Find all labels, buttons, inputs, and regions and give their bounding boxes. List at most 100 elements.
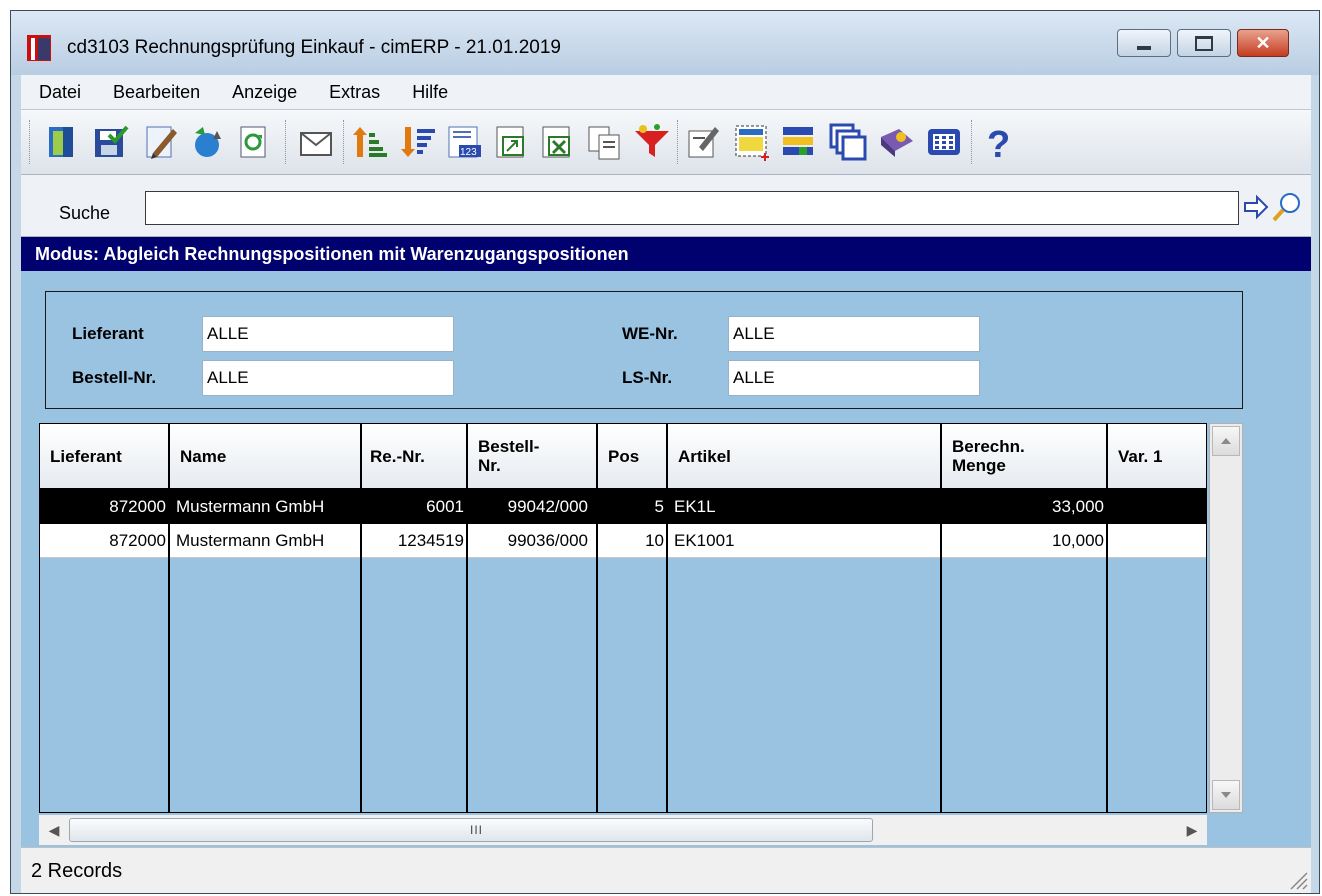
recycle-icon[interactable] xyxy=(187,123,225,161)
column-header-artikel[interactable]: Artikel xyxy=(668,424,942,488)
filter-icon[interactable] xyxy=(633,123,671,161)
cell-bestell-nr: 99042/000 xyxy=(507,497,588,516)
cell-var-1 xyxy=(1110,524,1206,558)
filter-panel: Lieferant ALLE Bestell-Nr. ALLE WE-Nr. A… xyxy=(45,291,1243,409)
column-header-berechn-menge[interactable]: Berechn. Menge xyxy=(942,424,1108,488)
column-header-var-1[interactable]: Var. 1 xyxy=(1108,424,1206,488)
column-divider xyxy=(360,424,362,812)
column-header-label: Bestell- Nr. xyxy=(478,437,539,475)
close-button[interactable]: ✕ xyxy=(1237,29,1289,57)
cell-lieferant: 872000 xyxy=(109,497,166,516)
scroll-thumb[interactable]: III xyxy=(69,818,873,842)
windows-icon[interactable] xyxy=(829,123,867,161)
select-area-icon[interactable] xyxy=(733,123,771,161)
scroll-down-button[interactable] xyxy=(1212,780,1240,810)
scroll-up-button[interactable] xyxy=(1212,426,1240,456)
excel-icon[interactable] xyxy=(539,123,577,161)
refresh-icon[interactable] xyxy=(235,123,273,161)
content-area: Lieferant ALLE Bestell-Nr. ALLE WE-Nr. A… xyxy=(21,271,1311,847)
we-nr-field[interactable]: ALLE xyxy=(728,316,980,352)
search-label: Suche xyxy=(59,203,111,223)
minimize-button[interactable] xyxy=(1117,29,1171,57)
sort-descending-icon[interactable] xyxy=(399,123,437,161)
column-divider xyxy=(1106,424,1108,812)
toolbar-separator xyxy=(677,120,680,164)
application-window: cd3103 Rechnungsprüfung Einkauf - cimERP… xyxy=(10,10,1320,894)
column-header-line-2: Nr. xyxy=(478,456,501,475)
table-row[interactable]: 872000 Mustermann GmbH 1234519 99036/000… xyxy=(40,524,1206,558)
scroll-left-button[interactable]: ◀ xyxy=(43,819,65,841)
column-header-bestell-nr[interactable]: Bestell- Nr. xyxy=(468,424,598,488)
app-logo-icon xyxy=(27,35,51,61)
menu-hilfe[interactable]: Hilfe xyxy=(390,82,458,103)
scroll-track xyxy=(1214,460,1238,770)
data-grid: Lieferant Name Re.-Nr. Bestell- Nr. Pos A… xyxy=(39,423,1207,813)
column-divider xyxy=(466,424,468,812)
cell-pos: 10 xyxy=(645,531,664,550)
import-icon[interactable] xyxy=(781,123,819,161)
cell-artikel: EK1L xyxy=(674,497,716,516)
table-row[interactable]: 872000 Mustermann GmbH 6001 99042/000 5 … xyxy=(40,490,1206,524)
search-bar: Suche xyxy=(21,175,1311,237)
chevron-up-icon xyxy=(1221,438,1231,444)
edit-icon[interactable] xyxy=(143,123,181,161)
bestell-nr-label: Bestell-Nr. xyxy=(72,368,157,387)
help-icon[interactable]: ? xyxy=(981,123,1019,161)
svg-text:123: 123 xyxy=(460,147,477,158)
cell-artikel: EK1001 xyxy=(674,531,735,550)
column-divider xyxy=(596,424,598,812)
menu-anzeige[interactable]: Anzeige xyxy=(210,82,307,103)
arrow-right-icon[interactable] xyxy=(1243,193,1269,221)
cell-var-1 xyxy=(1110,490,1206,524)
search-input[interactable] xyxy=(145,191,1239,225)
horizontal-scrollbar[interactable]: ◀ III ▶ xyxy=(39,815,1207,845)
column-header-name[interactable]: Name xyxy=(170,424,362,488)
resize-grip-icon[interactable] xyxy=(1285,867,1309,891)
mode-banner: Modus: Abgleich Rechnungspositionen mit … xyxy=(21,237,1311,271)
maximize-icon xyxy=(1195,35,1213,51)
cell-berechn-menge: 10,000 xyxy=(1052,531,1104,550)
column-header-label: Name xyxy=(180,446,227,466)
record-count: 2 Records xyxy=(31,860,123,882)
menu-extras[interactable]: Extras xyxy=(307,82,390,103)
column-header-lieferant[interactable]: Lieferant xyxy=(40,424,170,488)
close-icon: ✕ xyxy=(1255,33,1271,53)
cell-name: Mustermann GmbH xyxy=(176,531,325,550)
exit-icon[interactable] xyxy=(43,123,81,161)
numbered-list-icon[interactable]: 123 xyxy=(445,123,483,161)
copy-icon[interactable] xyxy=(585,123,623,161)
mail-icon[interactable] xyxy=(297,123,335,161)
menu-bearbeiten[interactable]: Bearbeiten xyxy=(91,82,210,103)
maximize-button[interactable] xyxy=(1177,29,1231,57)
title-bar: cd3103 Rechnungsprüfung Einkauf - cimERP… xyxy=(11,11,1319,75)
toolbar: 123 ? xyxy=(21,109,1311,175)
menu-datei[interactable]: Datei xyxy=(21,82,91,103)
column-header-re-nr[interactable]: Re.-Nr. xyxy=(362,424,468,488)
cell-lieferant: 872000 xyxy=(109,531,166,550)
book-icon[interactable] xyxy=(877,123,915,161)
svg-text:?: ? xyxy=(987,124,1010,161)
lieferant-field[interactable]: ALLE xyxy=(202,316,454,352)
save-icon[interactable] xyxy=(91,123,129,161)
cell-berechn-menge: 33,000 xyxy=(1052,497,1104,516)
column-header-pos[interactable]: Pos xyxy=(598,424,668,488)
ls-nr-field[interactable]: ALLE xyxy=(728,360,980,396)
grid-icon[interactable] xyxy=(925,123,963,161)
toolbar-separator xyxy=(971,120,974,164)
notes-icon[interactable] xyxy=(685,123,723,161)
bestell-nr-field[interactable]: ALLE xyxy=(202,360,454,396)
vertical-scrollbar[interactable] xyxy=(1209,423,1243,813)
search-icon[interactable] xyxy=(1271,191,1303,223)
column-header-line-1: Berechn. xyxy=(952,437,1025,456)
column-header-label: Lieferant xyxy=(50,446,122,466)
export-icon[interactable] xyxy=(493,123,531,161)
column-header-label: Pos xyxy=(608,446,640,466)
menu-bar: Datei Bearbeiten Anzeige Extras Hilfe xyxy=(21,75,1311,109)
status-bar: 2 Records xyxy=(21,847,1311,893)
scroll-right-button[interactable]: ▶ xyxy=(1181,819,1203,841)
sort-ascending-icon[interactable] xyxy=(351,123,389,161)
cell-name: Mustermann GmbH xyxy=(176,497,325,516)
ls-nr-label: LS-Nr. xyxy=(622,368,673,387)
cell-bestell-nr: 99036/000 xyxy=(507,531,588,550)
column-header-line-2: Menge xyxy=(952,456,1006,475)
